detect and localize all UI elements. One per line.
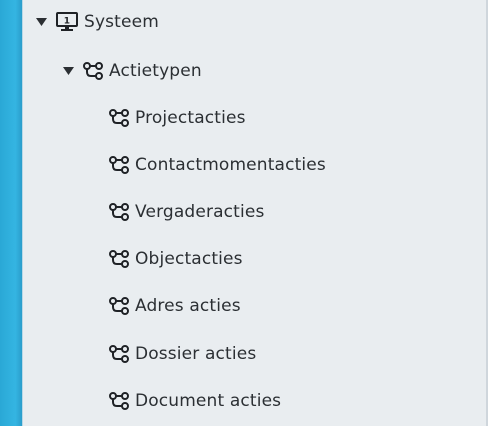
monitor-icon: 1: [56, 12, 78, 32]
tree-item-vergaderacties[interactable]: Vergaderacties: [109, 199, 264, 225]
tree-item-label: Projectacties: [135, 108, 246, 128]
tree-item-label: Document acties: [135, 391, 282, 411]
tree-item-objectacties[interactable]: Objectacties: [109, 246, 243, 272]
tree-item-label: Contactmomentacties: [135, 155, 326, 175]
monitor-badge: 1: [64, 17, 70, 27]
tree-item-contactmomentacties[interactable]: Contactmomentacties: [109, 152, 326, 178]
tree-item-projectacties[interactable]: Projectacties: [109, 105, 246, 131]
tree-node-label: Systeem: [84, 12, 159, 32]
tree-item-label: Vergaderacties: [135, 202, 265, 222]
tree-node-label: Actietypen: [109, 61, 202, 81]
tree-item-label: Adres acties: [135, 296, 241, 316]
workflow-icon: [83, 62, 103, 80]
tree-node-systeem[interactable]: 1 Systeem: [35, 9, 159, 35]
scrollbar-track[interactable]: [488, 0, 500, 426]
workflow-icon: [109, 156, 129, 174]
tree-item-adres-acties[interactable]: Adres acties: [109, 293, 241, 319]
workflow-icon: [109, 250, 129, 268]
workflow-icon: [109, 297, 129, 315]
tree-view: 1 Systeem Actietypen Projectacties Conta…: [0, 0, 486, 426]
tree-item-label: Objectacties: [135, 249, 243, 269]
expand-toggle-icon[interactable]: [62, 65, 74, 77]
workflow-icon: [109, 392, 129, 410]
tree-item-document-acties[interactable]: Document acties: [109, 388, 281, 414]
workflow-icon: [109, 203, 129, 221]
workflow-icon: [109, 345, 129, 363]
tree-node-actietypen[interactable]: Actietypen: [62, 58, 202, 84]
tree-item-dossier-acties[interactable]: Dossier acties: [109, 341, 256, 367]
workflow-icon: [109, 109, 129, 127]
tree-item-label: Dossier acties: [135, 344, 257, 364]
expand-toggle-icon[interactable]: [35, 16, 47, 28]
